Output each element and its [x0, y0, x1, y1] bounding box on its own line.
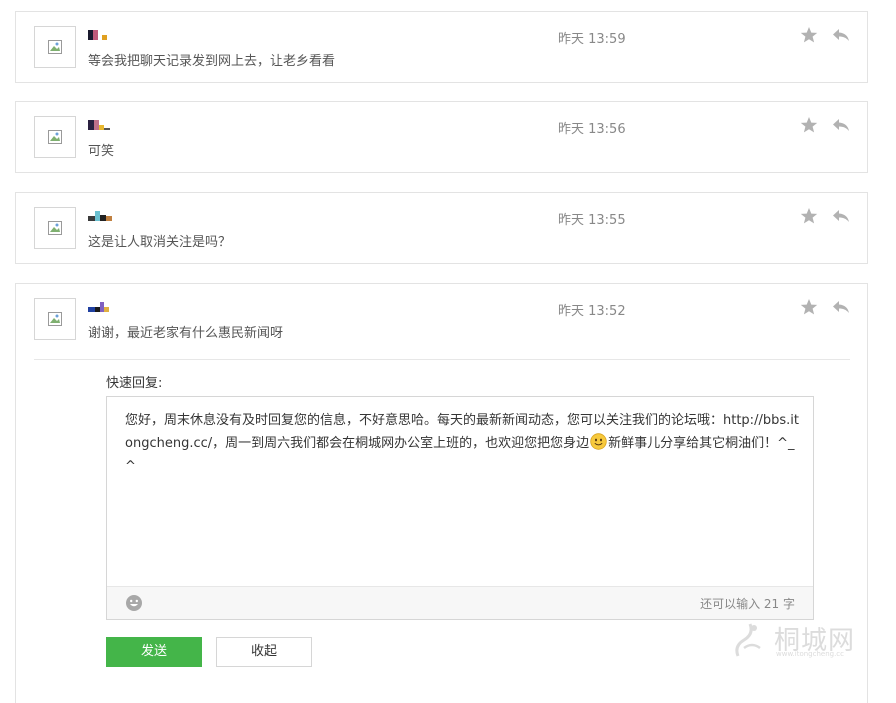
star-icon[interactable]	[800, 116, 818, 134]
message-time: 昨天 13:56	[558, 122, 626, 137]
message-text: 等会我把聊天记录发到网上去，让老乡看看	[88, 54, 336, 69]
avatar[interactable]	[34, 207, 76, 249]
quick-reply-label: 快速回复:	[106, 376, 163, 391]
reply-arrow-icon[interactable]	[832, 298, 850, 316]
message-text: 这是让人取消关注是吗？	[88, 235, 232, 250]
nickname-pixelated[interactable]	[88, 30, 107, 40]
message-text: 可笑	[88, 144, 115, 159]
reply-arrow-icon[interactable]	[832, 26, 850, 44]
send-button[interactable]: 发送	[106, 637, 202, 667]
reply-arrow-icon[interactable]	[832, 207, 850, 225]
broken-image-icon	[48, 221, 62, 235]
message-time: 昨天 13:59	[558, 32, 626, 47]
watermark: 桐城网 www.itongcheng.cc	[730, 618, 870, 662]
message-time: 昨天 13:52	[558, 304, 626, 319]
collapse-button[interactable]: 收起	[216, 637, 312, 667]
editor-toolbar: 还可以输入 21 字	[107, 586, 813, 619]
quick-reply-editor[interactable]: 您好，周末休息没有及时回复您的信息，不好意思哈。每天的最新新闻动态，您可以关注我…	[106, 396, 814, 620]
broken-image-icon	[48, 312, 62, 326]
star-icon[interactable]	[800, 26, 818, 44]
watermark-logo-icon	[735, 623, 761, 657]
nick-pixel	[102, 35, 107, 40]
nick-pixel	[106, 216, 112, 221]
smile-emoji-icon	[590, 433, 607, 450]
message-item: 等会我把聊天记录发到网上去，让老乡看看 昨天 13:59	[15, 11, 868, 83]
quick-reply-textarea[interactable]: 您好，周末休息没有及时回复您的信息，不好意思哈。每天的最新新闻动态，您可以关注我…	[125, 409, 801, 478]
nickname-pixelated[interactable]	[88, 302, 109, 312]
message-time: 昨天 13:55	[558, 213, 626, 228]
broken-image-icon	[48, 130, 62, 144]
reply-arrow-icon[interactable]	[832, 116, 850, 134]
message-item: 可笑 昨天 13:56	[15, 101, 868, 173]
avatar[interactable]	[34, 298, 76, 340]
avatar[interactable]	[34, 116, 76, 158]
message-text: 谢谢，最近老家有什么惠民新闻呀	[88, 326, 284, 341]
watermark-url: www.itongcheng.cc	[776, 650, 845, 658]
message-item: 这是让人取消关注是吗？ 昨天 13:55	[15, 192, 868, 264]
nickname-pixelated[interactable]	[88, 211, 112, 221]
emoji-face-icon[interactable]	[125, 594, 143, 612]
nick-pixel	[104, 307, 109, 312]
star-icon[interactable]	[800, 207, 818, 225]
nick-pixel	[88, 216, 95, 221]
star-icon[interactable]	[800, 298, 818, 316]
broken-image-icon	[48, 40, 62, 54]
avatar[interactable]	[34, 26, 76, 68]
char-counter: 还可以输入 21 字	[700, 597, 795, 611]
divider	[34, 359, 850, 360]
nickname-pixelated[interactable]	[88, 120, 110, 130]
nick-pixel	[104, 128, 110, 130]
nick-pixel	[88, 307, 95, 312]
